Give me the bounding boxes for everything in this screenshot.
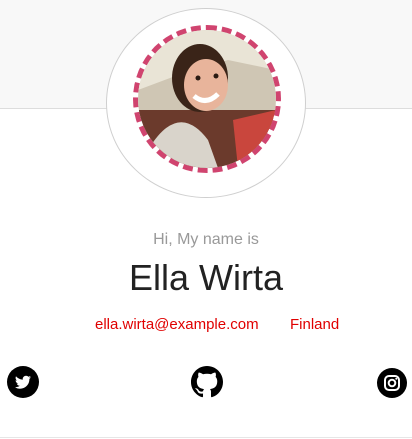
avatar-frame: [106, 8, 306, 198]
github-icon[interactable]: [191, 366, 223, 398]
country-link[interactable]: Finland: [290, 316, 339, 333]
profile-name: Ella Wirta: [128, 257, 284, 298]
greeting-text: Hi, My name is: [153, 231, 259, 248]
avatar: [133, 25, 281, 173]
instagram-icon[interactable]: [377, 368, 407, 398]
email-link[interactable]: ella.wirta@example.com: [95, 316, 259, 333]
divider: [0, 437, 412, 438]
profile-card: Hi, My name is Ella Wirta ella.wirta@exa…: [0, 0, 412, 439]
twitter-icon[interactable]: [7, 366, 39, 398]
avatar-photo: [138, 30, 276, 168]
